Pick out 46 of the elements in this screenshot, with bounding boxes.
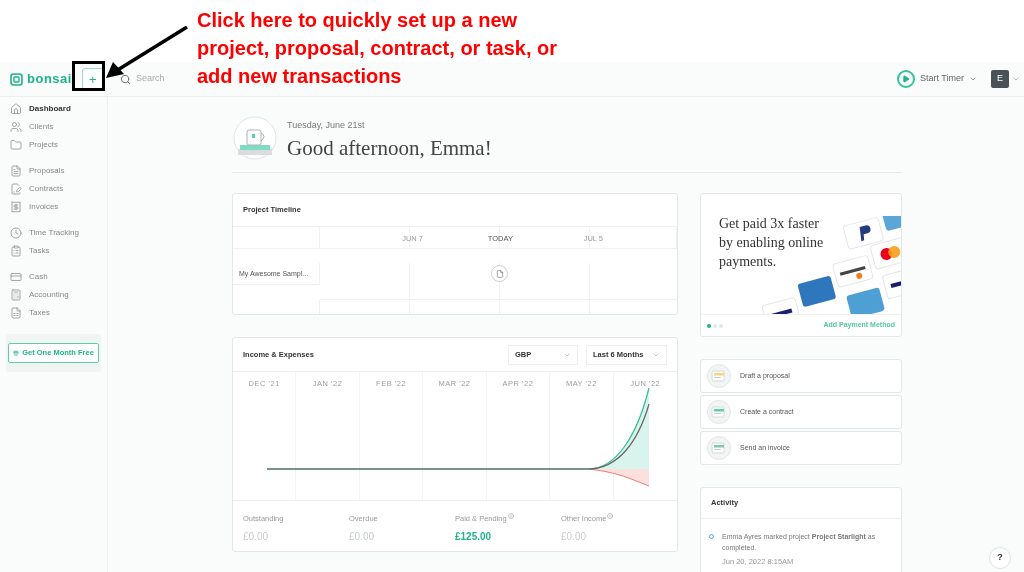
document-illustration-icon (707, 400, 731, 424)
play-icon (897, 70, 915, 88)
payments-headline: Get paid 3x faster by enabling online payments. (719, 215, 825, 271)
add-button[interactable]: + (81, 68, 104, 90)
gift-icon (13, 350, 20, 356)
logo-text: bonsai (27, 70, 72, 89)
people-icon (10, 121, 22, 133)
sidebar-item[interactable]: Cash (6, 268, 101, 286)
sidebar-item[interactable]: Invoices (6, 198, 101, 216)
home-icon (10, 103, 22, 115)
sidebar-item[interactable]: Accounting (6, 286, 101, 304)
sidebar-item[interactable]: Time Tracking (6, 224, 101, 242)
document-illustration-icon (707, 436, 731, 460)
sidebar-item[interactable]: Proposals (6, 162, 101, 180)
sidebar-item[interactable]: Tasks (6, 242, 101, 260)
avatar-button[interactable]: E (991, 70, 1009, 88)
annotation-text: Click here to quickly set up a new project, proposal, contract, or task, or add new transactions (197, 8, 559, 89)
date-text: Tuesday, June 21st (287, 118, 366, 132)
clock-icon (10, 227, 22, 239)
sidebar-item[interactable]: Dashboard (6, 100, 101, 118)
spreadsheet-icon (10, 307, 22, 319)
sidebar-item[interactable]: Projects (6, 136, 101, 154)
highlight-frame (72, 61, 105, 91)
document-illustration-icon (707, 364, 731, 388)
start-timer-button[interactable]: Start Timer (897, 70, 977, 88)
clipboard-icon (10, 245, 22, 257)
sidebar-item[interactable]: Clients (6, 118, 101, 136)
document-icon (491, 265, 508, 283)
stat-value: £125.00 (455, 530, 493, 545)
receipt-icon (10, 201, 22, 213)
caret-icon (1012, 75, 1020, 83)
folder-icon (10, 139, 22, 151)
search-field[interactable]: Search (136, 72, 196, 86)
sidebar-item[interactable]: Contracts (6, 180, 101, 198)
document-icon (10, 165, 22, 177)
search-icon (120, 73, 131, 85)
card-icon (10, 271, 22, 283)
logo-icon (10, 72, 23, 86)
tea-cup-illustration (232, 116, 278, 162)
calculator-icon (10, 289, 22, 301)
sidebar-item[interactable]: Taxes (6, 304, 101, 322)
greeting-title: Good afternoon, Emma! (287, 138, 492, 160)
contract-icon (10, 183, 22, 195)
info-icon (507, 513, 514, 519)
caret-icon (969, 75, 977, 83)
info-icon (607, 513, 614, 519)
